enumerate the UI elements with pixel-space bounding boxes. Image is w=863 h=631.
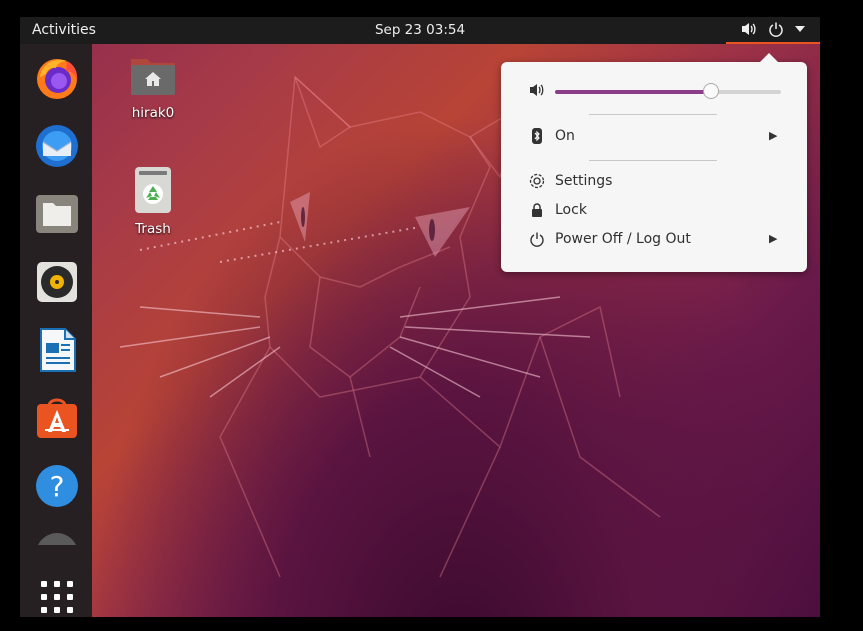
volume-slider-fill [555,90,711,94]
dock: ? [20,44,92,617]
settings-item[interactable]: Settings [501,170,807,196]
separator [589,114,717,115]
thunderbird-icon[interactable] [34,123,80,169]
system-menu-button[interactable] [726,17,820,44]
rhythmbox-icon[interactable] [34,259,80,305]
power-off-label: Power Off / Log Out [555,231,691,247]
files-icon[interactable] [34,191,80,237]
volume-row [501,79,807,105]
gear-icon [529,173,545,189]
writer-icon[interactable] [34,327,80,373]
bluetooth-icon [529,128,545,144]
power-icon [529,231,545,247]
help-icon[interactable]: ? [34,463,80,509]
volume-slider-icon [529,82,545,98]
partial-app-icon[interactable] [34,531,80,545]
volume-slider-knob[interactable] [702,83,719,99]
lock-label: Lock [555,202,587,218]
firefox-icon[interactable] [34,55,80,101]
trash-icon[interactable]: Trash [118,167,188,237]
settings-label: Settings [555,173,613,189]
trash-label: Trash [135,221,171,237]
lock-icon [529,202,545,218]
svg-text:?: ? [50,470,65,503]
clock[interactable]: Sep 23 03:54 [20,22,820,38]
desktop-screen: Activities Sep 23 03:54 ? hirak0 Trash O… [20,17,820,617]
separator [589,160,717,161]
top-bar: Activities Sep 23 03:54 [20,17,820,44]
system-menu-popup: On ▶ Settings Lock Power Off / Log Out ▶ [501,53,807,272]
app-grid-icon[interactable] [34,574,80,617]
software-icon[interactable] [34,395,80,441]
power-off-item[interactable]: Power Off / Log Out ▶ [501,228,807,254]
dropdown-arrow-icon [794,23,806,39]
bluetooth-row[interactable]: On ▶ [501,125,807,151]
home-folder-label: hirak0 [131,105,175,121]
power-icon [768,21,784,41]
lock-item[interactable]: Lock [501,199,807,225]
bluetooth-label: On [555,128,575,144]
volume-slider[interactable] [555,83,781,99]
trash-bin-icon [135,167,171,213]
folder-home-icon [131,59,175,95]
home-folder-icon[interactable]: hirak0 [118,53,188,121]
chevron-right-icon: ▶ [769,129,778,142]
volume-icon [740,21,758,41]
chevron-right-icon: ▶ [769,232,778,245]
